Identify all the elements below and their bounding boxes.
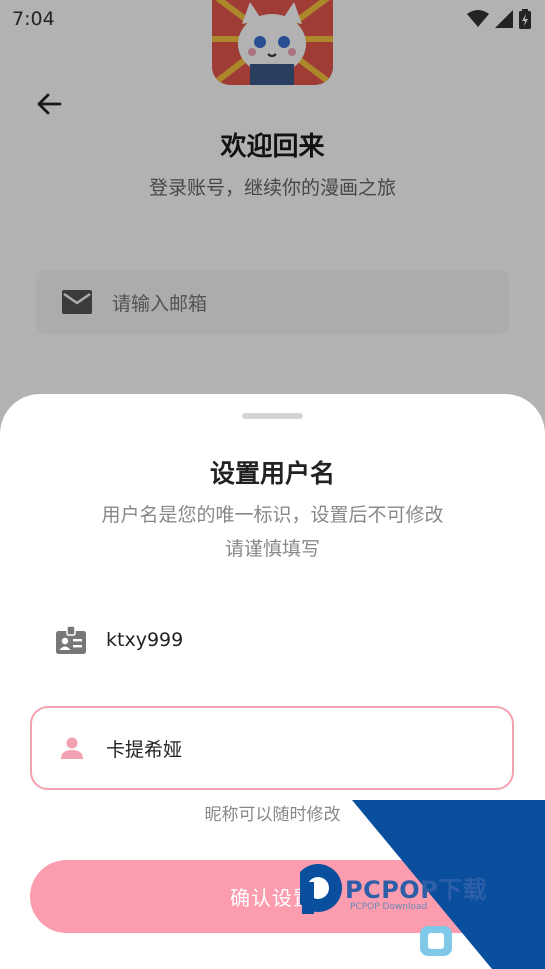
nickname-input[interactable] (106, 737, 466, 759)
watermark-subtext: PCPOP Download (350, 902, 428, 912)
drag-handle[interactable] (242, 413, 303, 419)
watermark-text: PCPOP下载 (345, 876, 488, 904)
nickname-field[interactable] (30, 706, 514, 790)
sheet-description-line1: 用户名是您的唯一标识，设置后不可修改 (101, 504, 444, 526)
nickname-hint: 昵称可以随时修改 (204, 805, 341, 825)
user-id-value: ktxy999 (106, 629, 184, 651)
sheet-description-line2: 请谨慎填写 (224, 538, 320, 560)
person-icon (61, 737, 83, 759)
user-id-row: ktxy999 (56, 620, 183, 660)
sheet-title: 设置用户名 (209, 459, 335, 488)
confirm-button-label: 确认设置 (230, 888, 314, 910)
id-card-icon (56, 626, 86, 654)
sheet-description: 用户名是您的唯一标识，设置后不可修改 请谨慎填写 (60, 498, 485, 566)
